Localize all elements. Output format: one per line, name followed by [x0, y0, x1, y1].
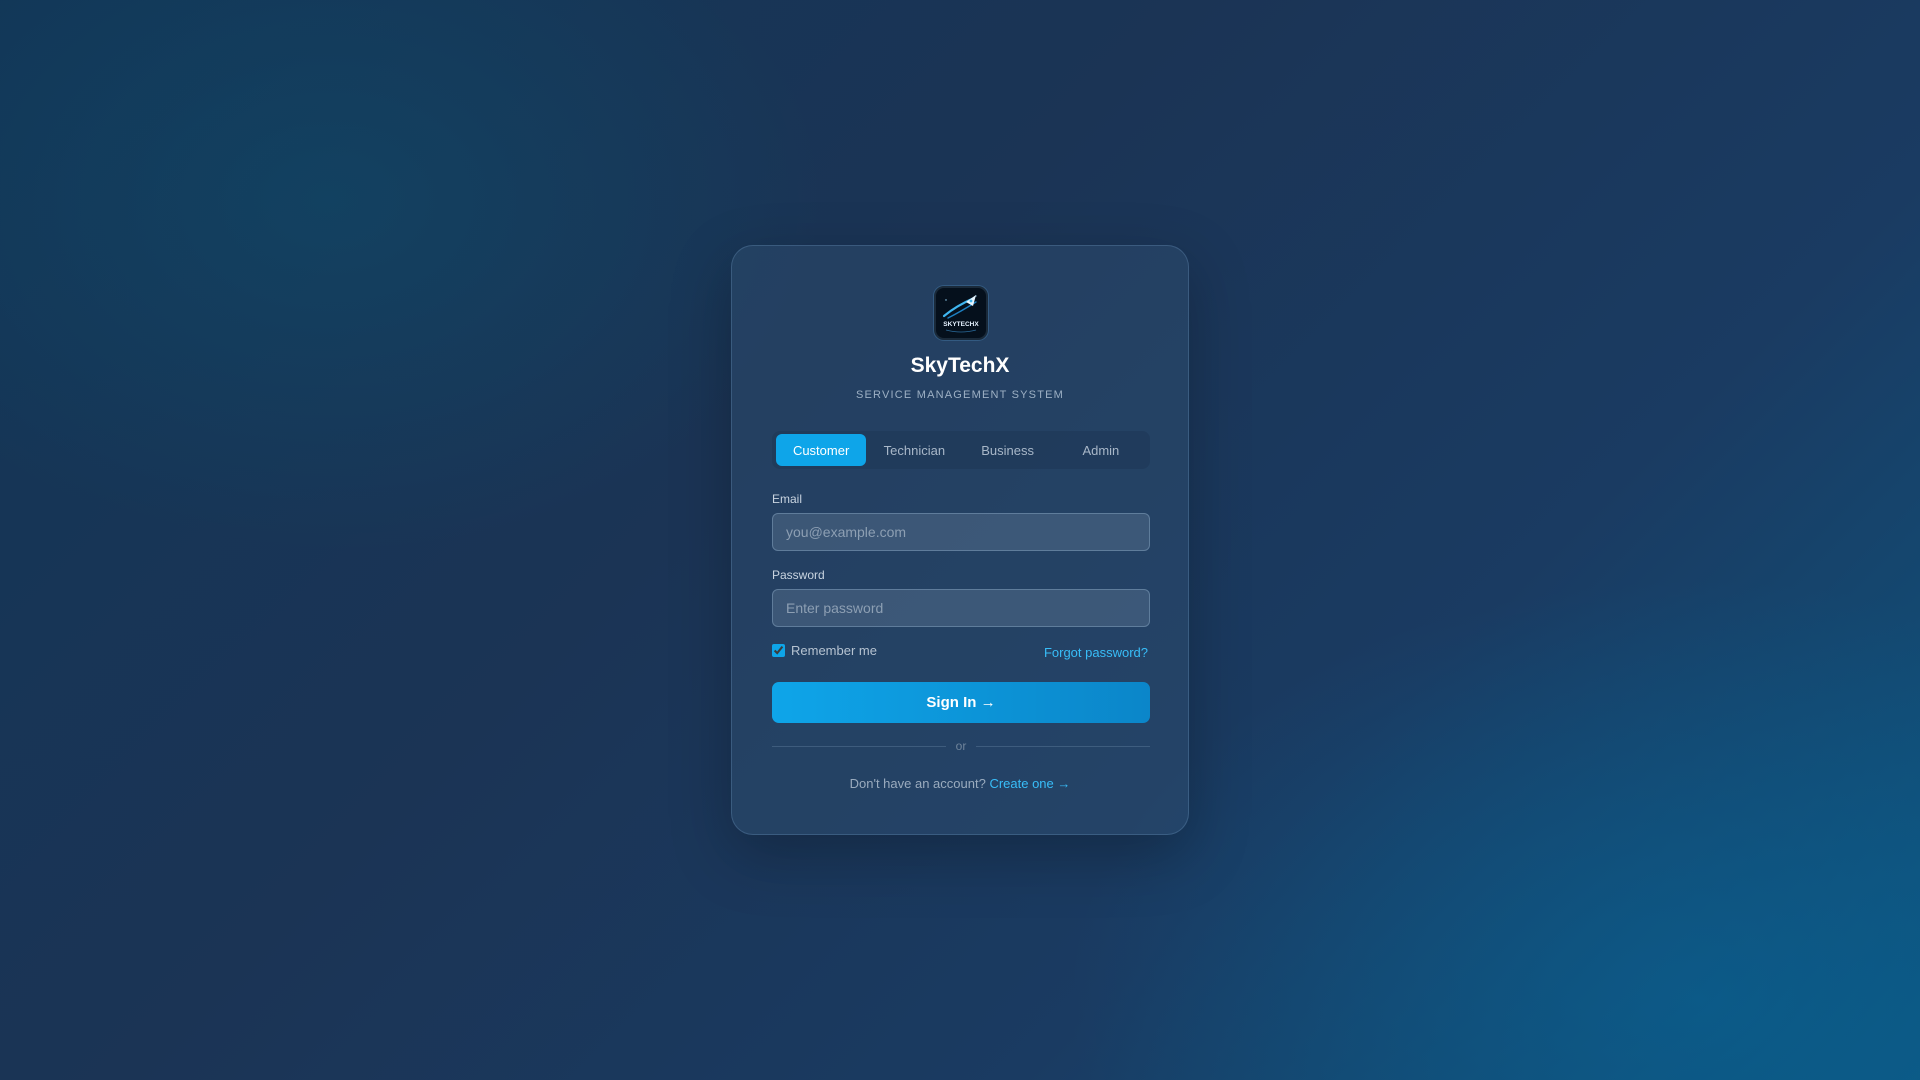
remember-me-label: Remember me [791, 643, 877, 658]
create-account-link[interactable]: Create one → [989, 776, 1070, 791]
email-label: Email [772, 492, 803, 506]
tab-business[interactable]: Business [963, 434, 1053, 466]
remember-me[interactable]: Remember me [772, 643, 877, 658]
tab-technician[interactable]: Technician [869, 434, 959, 466]
tab-admin[interactable]: Admin [1056, 434, 1146, 466]
forgot-password-link[interactable]: Forgot password? [1044, 645, 1148, 660]
password-field[interactable] [772, 589, 1150, 627]
login-card: SKYTECHX SkyTechX SERVICE MANAGEMENT SYS… [731, 245, 1189, 835]
logo-wordmark: SKYTECHX [943, 321, 979, 328]
divider-line-left [772, 745, 946, 747]
tab-customer[interactable]: Customer [776, 434, 867, 466]
remember-me-checkbox[interactable] [772, 644, 785, 657]
app-tagline: SERVICE MANAGEMENT SYSTEM [855, 389, 1065, 401]
or-divider: or [772, 738, 1151, 754]
signup-prompt-text: Don't have an account? [849, 776, 986, 791]
app-title: SkyTechX [910, 354, 1010, 377]
email-field[interactable] [772, 513, 1150, 551]
password-label: Password [772, 568, 825, 582]
role-tabs: Customer Technician Business Admin [772, 431, 1150, 469]
divider-line-right [976, 745, 1151, 747]
signup-prompt: Don't have an account? Create one → [732, 776, 1188, 791]
divider-text: or [955, 739, 967, 753]
rocket-logo-icon: SKYTECHX [934, 286, 988, 340]
sign-in-button[interactable]: Sign In → [772, 682, 1150, 723]
